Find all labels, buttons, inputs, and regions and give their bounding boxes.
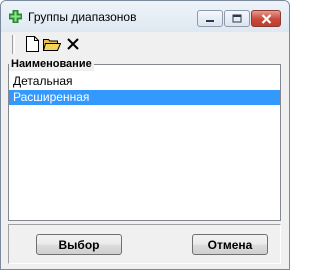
dialog-window: Группы диапазонов Детальная Расширенная … <box>0 0 290 270</box>
new-document-icon <box>25 36 39 52</box>
list-item[interactable]: Детальная <box>9 74 280 89</box>
list-header: Наименование <box>9 58 94 71</box>
title-bar[interactable]: Группы диапазонов <box>1 1 289 32</box>
delete-x-icon <box>67 38 79 50</box>
maximize-button[interactable] <box>224 10 250 27</box>
toolbar <box>9 32 281 57</box>
window-title: Группы диапазонов <box>28 10 137 24</box>
select-button[interactable]: Выбор <box>36 234 122 255</box>
minimize-icon <box>206 19 214 22</box>
new-button[interactable] <box>23 34 41 54</box>
open-folder-icon <box>43 39 61 51</box>
open-button[interactable] <box>43 34 61 54</box>
maximize-icon <box>232 14 242 23</box>
green-plus-cross-icon <box>9 10 22 23</box>
minimize-button[interactable] <box>197 10 223 27</box>
close-icon <box>261 13 271 24</box>
cancel-button[interactable]: Отмена <box>192 234 268 255</box>
delete-button[interactable] <box>64 34 82 54</box>
ranges-list[interactable]: Детальная Расширенная <box>8 64 281 221</box>
close-button[interactable] <box>251 10 281 27</box>
toolbar-grip[interactable] <box>12 35 15 54</box>
list-item-selected[interactable]: Расширенная <box>9 90 280 105</box>
